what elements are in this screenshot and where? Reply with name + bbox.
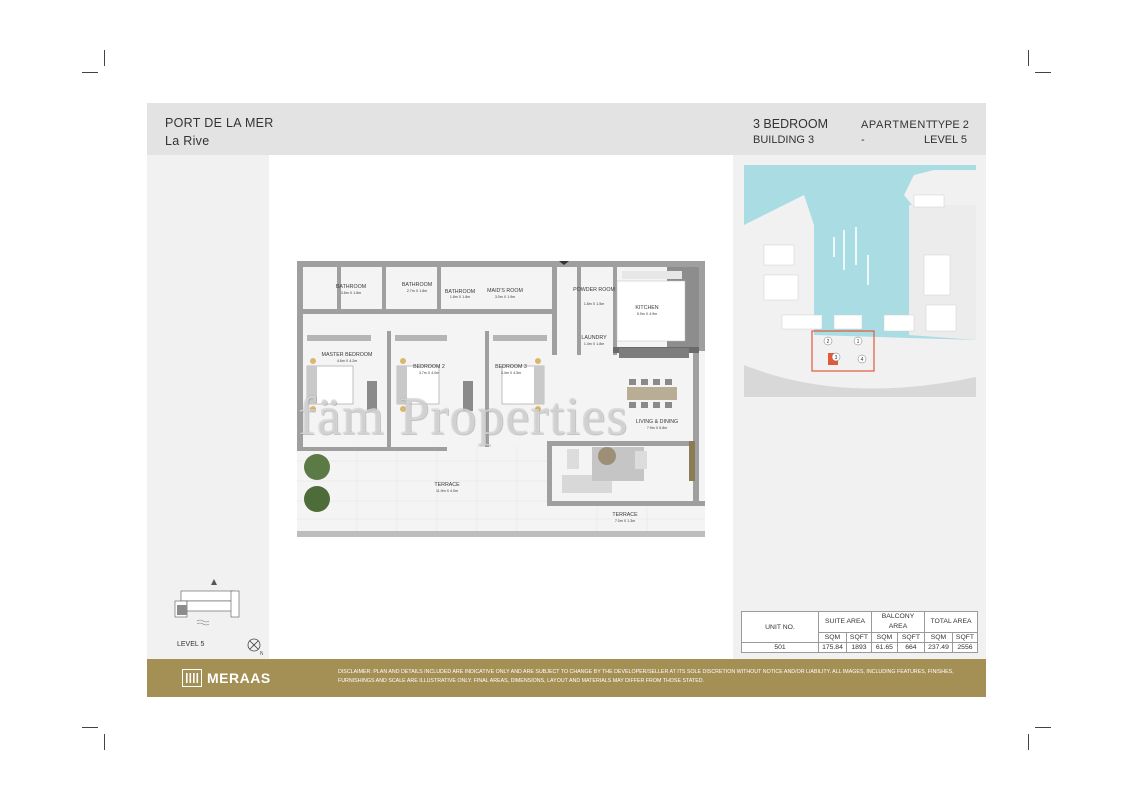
room-dims: 1.8m X 1.8m (450, 295, 470, 299)
total-sqm: 237.49 (924, 642, 953, 653)
sqm-header: SQM (924, 632, 953, 643)
room-label: BEDROOM 3 (495, 364, 527, 370)
room-label: POWDER ROOM (573, 287, 615, 293)
room-dims: 1.8m X 1.5m (584, 302, 604, 306)
room-dims: 3.4m X 4.5m (501, 371, 521, 375)
unit-number: 501 (741, 642, 819, 653)
room-label: BATHROOM (402, 282, 432, 288)
room-dims: 3.0m X 1.9m (495, 295, 515, 299)
svg-text:1: 1 (857, 339, 860, 345)
meraas-logo-icon (182, 669, 202, 687)
room-label: MAID'S ROOM (487, 288, 523, 294)
svg-text:4: 4 (861, 357, 864, 363)
project-name: PORT DE LA MER (165, 116, 274, 130)
watermark: fäm Properties (298, 386, 629, 446)
room-label: BEDROOM 2 (413, 364, 445, 370)
apartment-dash: - (861, 134, 865, 146)
room-label: KITCHEN (635, 305, 658, 311)
disclaimer-text: DISCLAIMER: PLAN AND DETAILS INCLUDED AR… (338, 669, 954, 684)
room-dims: 7.0m X 1.3m (615, 519, 635, 523)
crop-mark (104, 50, 105, 66)
header-band: PORT DE LA MER La Rive 3 BEDROOM BUILDIN… (147, 103, 986, 155)
crop-mark (1035, 727, 1051, 728)
room-dims: 4.6m X 4.2m (337, 359, 357, 363)
suite-header: SUITE AREA (818, 611, 872, 633)
total-sqft: 2556 (951, 642, 979, 653)
svg-text:2: 2 (827, 339, 830, 345)
sqft-header: SQFT (845, 632, 873, 643)
sqft-header: SQFT (951, 632, 979, 643)
brand-name: MERAAS (207, 670, 271, 686)
sqm-header: SQM (871, 632, 898, 643)
unit-header: UNIT NO. (741, 611, 819, 643)
room-label: MASTER BEDROOM (322, 352, 373, 358)
unit-type: 3 BEDROOM (753, 117, 829, 131)
svg-text:N: N (260, 651, 263, 656)
room-dims: 2.7m X 1.8m (407, 289, 427, 293)
crop-mark (104, 734, 105, 750)
apartment-type: TYPE 2 (931, 119, 969, 131)
building-label: BUILDING 3 (753, 134, 815, 146)
boat-icon (211, 579, 217, 585)
balcony-sqft: 664 (896, 642, 926, 653)
total-header: TOTAL AREA (924, 611, 978, 633)
project-subtitle: La Rive (165, 134, 210, 148)
room-label: TERRACE (612, 512, 638, 518)
room-dims: 1.4m X 1.8m (584, 342, 604, 346)
room-label: BATHROOM (336, 284, 366, 290)
waves-icon (196, 619, 210, 626)
apartment-label: APARTMENT (861, 119, 934, 131)
site-map: 2 1 3 4 (744, 165, 976, 397)
key-plan-level: LEVEL 5 (177, 641, 205, 648)
svg-text:3: 3 (835, 355, 838, 361)
key-plan (174, 579, 240, 626)
area-table: UNIT NO. SUITE AREA BALCONY AREA TOTAL A… (741, 611, 979, 653)
balcony-header: BALCONY AREA (871, 611, 925, 633)
north-arrow-icon: N (247, 638, 263, 656)
suite-sqm: 175.84 (818, 642, 847, 653)
level-label: LEVEL 5 (924, 134, 968, 146)
room-dims: 11.9m X 4.0m (436, 489, 458, 493)
room-label: LIVING & DINING (636, 419, 678, 425)
room-label: TERRACE (434, 482, 460, 488)
crop-mark (1035, 72, 1051, 73)
room-dims: 3.7m X 4.0m (419, 371, 439, 375)
meraas-logo: MERAAS (182, 669, 271, 687)
table-row: 501 175.84 1893 61.65 664 237.49 2556 (741, 642, 979, 653)
sqft-header: SQFT (896, 632, 926, 643)
crop-mark (82, 72, 98, 73)
room-dims: 3.6m X 1.8m (341, 291, 361, 295)
room-dims: 7.9m X 6.8m (647, 426, 667, 430)
crop-mark (1028, 734, 1029, 750)
sqm-header: SQM (818, 632, 847, 643)
balcony-sqm: 61.65 (871, 642, 898, 653)
footer-band: MERAAS DISCLAIMER: PLAN AND DETAILS INCL… (147, 659, 986, 697)
crop-mark (1028, 50, 1029, 66)
room-dims: 5.9m X 4.9m (637, 312, 657, 316)
suite-sqft: 1893 (845, 642, 873, 653)
room-label: LAUNDRY (581, 335, 607, 341)
crop-mark (82, 727, 98, 728)
